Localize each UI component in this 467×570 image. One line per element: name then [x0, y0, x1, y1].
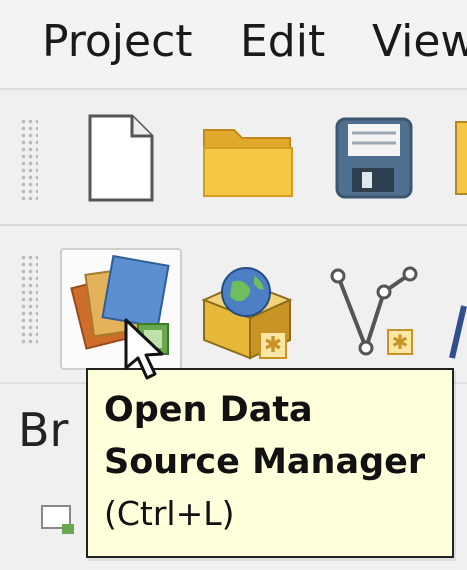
save-project-button[interactable]: [334, 116, 414, 200]
toolbar-next-tool-partial[interactable]: [448, 300, 467, 360]
browser-panel-title: Br: [18, 403, 69, 457]
menu-project-label: Project: [42, 16, 193, 67]
menu-project[interactable]: Project: [42, 16, 193, 68]
toolbar-next-icon-partial[interactable]: [454, 116, 467, 200]
data-source-toolbar: ✱ ✱: [0, 230, 467, 380]
menu-bar: Project Edit View: [0, 0, 467, 90]
partial-tool-icon: [449, 305, 467, 359]
qgis-window: Project Edit View ✱ ✱ Br Open Data Sourc…: [0, 0, 467, 570]
browser-item-icon: [41, 505, 74, 534]
toolbar-grip-handle[interactable]: [20, 254, 38, 346]
tooltip-shortcut: (Ctrl+L): [104, 494, 235, 533]
digitize-button[interactable]: ✱: [326, 256, 426, 364]
svg-text:✱: ✱: [264, 333, 282, 358]
tooltip-title-line1: Open Data: [104, 390, 313, 430]
mouse-pointer-icon: [124, 318, 164, 380]
menu-view[interactable]: View: [372, 16, 467, 68]
toolbar-grip-handle[interactable]: [20, 118, 38, 200]
partial-icon: [455, 121, 467, 195]
open-project-folder-icon: [203, 129, 293, 197]
menu-edit-label: Edit: [240, 16, 326, 67]
tooltip-open-data-source-manager: Open Data Source Manager (Ctrl+L): [86, 368, 454, 558]
add-layer-globe-box-icon: ✱: [201, 267, 293, 360]
svg-text:✱: ✱: [392, 330, 409, 354]
add-layer-button[interactable]: ✱: [196, 260, 300, 364]
project-toolbar: [0, 94, 467, 226]
new-project-button[interactable]: [86, 112, 156, 204]
new-project-icon: [88, 114, 154, 202]
tooltip-title-line2: Source Manager: [104, 442, 426, 482]
menu-view-label: View: [372, 16, 467, 67]
save-project-icon: [335, 117, 413, 199]
digitize-vertex-icon: ✱: [330, 266, 418, 356]
menu-edit[interactable]: Edit: [240, 16, 325, 68]
open-project-button[interactable]: [200, 120, 296, 200]
